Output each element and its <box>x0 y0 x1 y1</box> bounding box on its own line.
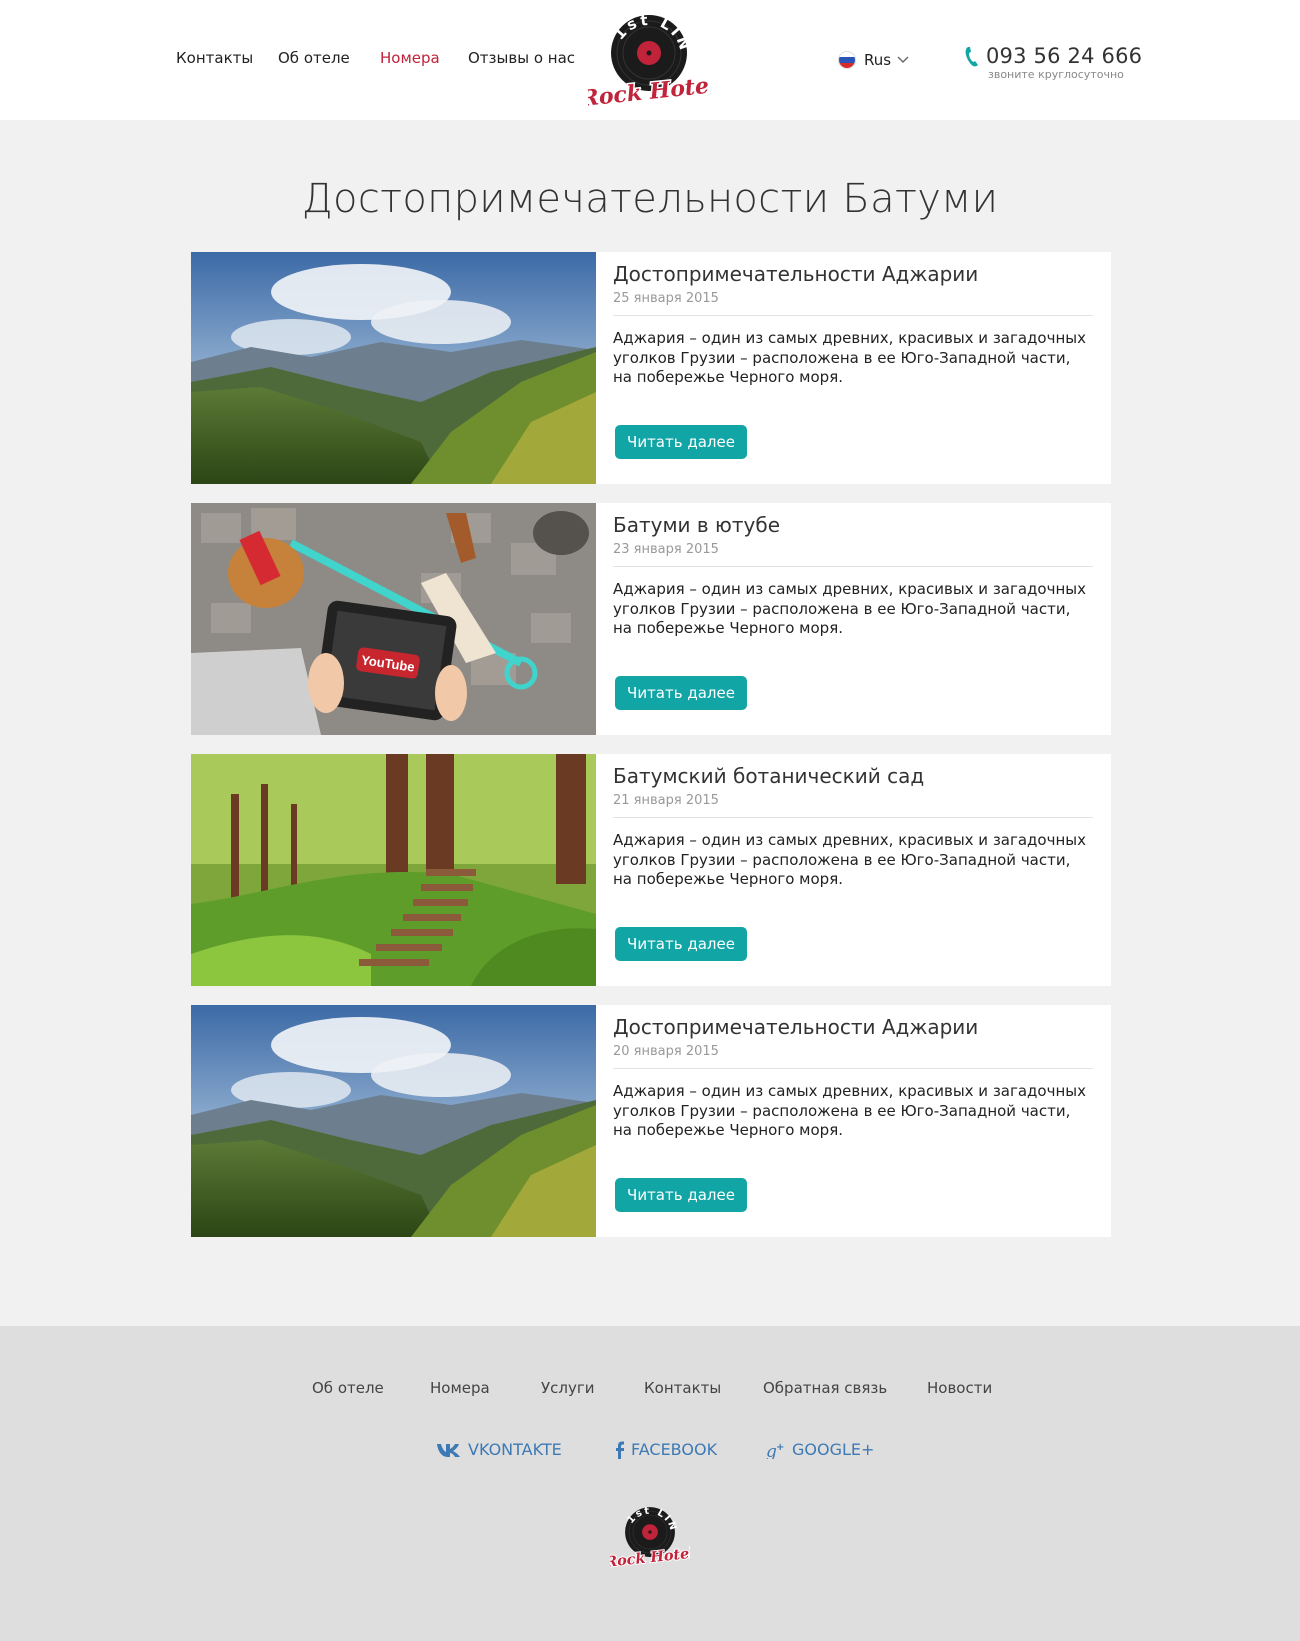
article-excerpt: Аджария – один из самых древних, красивы… <box>613 831 1086 888</box>
article-excerpt: Аджария – один из самых древних, красивы… <box>613 1082 1086 1139</box>
article-image-mountains[interactable] <box>191 252 596 484</box>
phone-number[interactable]: 093 56 24 666 <box>986 44 1142 68</box>
read-more-button[interactable]: Читать далее <box>615 676 747 710</box>
article-card: YouTube Батуми в ютубе 23 января 2015 Ад… <box>191 503 1111 735</box>
google-plus-label: GOOGLE+ <box>792 1440 875 1459</box>
facebook-link[interactable]: FACEBOOK <box>615 1440 717 1459</box>
footer-nav-about[interactable]: Об отеле <box>312 1379 384 1397</box>
vk-icon <box>437 1443 460 1457</box>
site-header: Контакты Об отеле Номера Отзывы о нас 1s… <box>0 0 1300 120</box>
nav-about[interactable]: Об отеле <box>278 49 350 67</box>
page-title: Достопримечательности Батуми <box>301 176 999 222</box>
article-date: 20 января 2015 <box>613 1044 719 1059</box>
article-excerpt: Аджария – один из самых древних, красивы… <box>613 580 1086 637</box>
footer-hotel-logo[interactable]: 1st LINE Rock Hotel <box>610 1503 690 1569</box>
article-card: Достопримечательности Аджарии 20 января … <box>191 1005 1111 1237</box>
nav-rooms[interactable]: Номера <box>380 49 440 67</box>
article-title[interactable]: Достопримечательности Аджарии <box>613 1015 978 1039</box>
phone-block: 093 56 24 666 звоните круглосуточно <box>964 44 1142 84</box>
vk-link[interactable]: VKONTAKTE <box>436 1440 562 1459</box>
footer-nav-rooms[interactable]: Номера <box>430 1379 490 1397</box>
article-date: 23 января 2015 <box>613 542 719 557</box>
read-more-button[interactable]: Читать далее <box>615 425 747 459</box>
article-image-forest-stairs[interactable] <box>191 754 596 986</box>
nav-reviews[interactable]: Отзывы о нас <box>468 49 575 67</box>
language-label: Rus <box>864 51 892 69</box>
facebook-icon <box>616 1441 624 1459</box>
chevron-down-icon <box>897 56 909 63</box>
hotel-logo[interactable]: 1st LINE Rock Hotel <box>588 9 710 109</box>
divider <box>613 817 1093 818</box>
google-plus-icon: g + <box>766 1442 784 1459</box>
article-date: 25 января 2015 <box>613 291 719 306</box>
article-title[interactable]: Батуми в ютубе <box>613 513 780 537</box>
article-image-bicycle-tablet[interactable]: YouTube <box>191 503 596 735</box>
divider <box>613 315 1093 316</box>
article-title[interactable]: Достопримечательности Аджарии <box>613 262 978 286</box>
footer-nav-news[interactable]: Новости <box>927 1379 992 1397</box>
article-card: Батумский ботанический сад 21 января 201… <box>191 754 1111 986</box>
vk-label: VKONTAKTE <box>468 1440 562 1459</box>
article-card: Достопримечательности Аджарии 25 января … <box>191 252 1111 484</box>
nav-contacts[interactable]: Контакты <box>176 49 253 67</box>
svg-text:+: + <box>776 1442 784 1453</box>
article-excerpt: Аджария – один из самых древних, красивы… <box>613 329 1086 386</box>
read-more-button[interactable]: Читать далее <box>615 927 747 961</box>
facebook-label: FACEBOOK <box>631 1440 718 1459</box>
read-more-button[interactable]: Читать далее <box>615 1178 747 1212</box>
language-selector[interactable]: Rus <box>838 49 909 71</box>
google-plus-link[interactable]: g + GOOGLE+ <box>766 1440 874 1459</box>
article-date: 21 января 2015 <box>613 793 719 808</box>
phone-icon <box>965 47 978 67</box>
site-footer: Об отеле Номера Услуги Контакты Обратная… <box>0 1326 1300 1641</box>
russia-flag-icon <box>838 51 856 69</box>
article-title[interactable]: Батумский ботанический сад <box>613 764 924 788</box>
footer-nav-contacts[interactable]: Контакты <box>644 1379 721 1397</box>
phone-note: звоните круглосуточно <box>988 68 1124 81</box>
divider <box>613 1068 1093 1069</box>
footer-nav-services[interactable]: Услуги <box>541 1379 594 1397</box>
divider <box>613 566 1093 567</box>
footer-nav-feedback[interactable]: Обратная связь <box>763 1379 887 1397</box>
article-image-mountains[interactable] <box>191 1005 596 1237</box>
